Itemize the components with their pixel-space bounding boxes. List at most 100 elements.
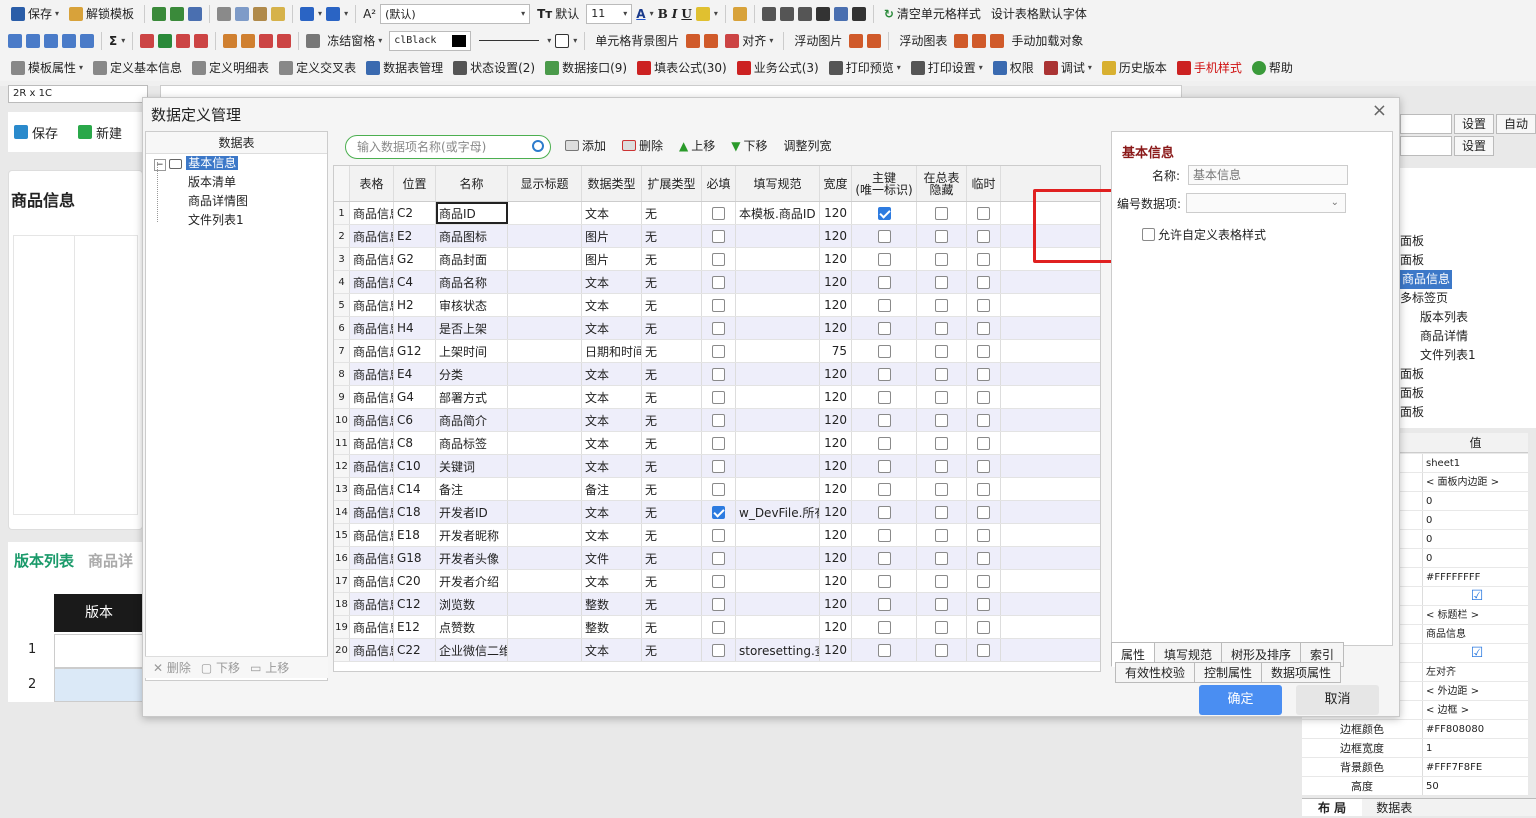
t-cell[interactable]: 商品信息 bbox=[350, 248, 394, 270]
tree-move-down-button[interactable]: ▢ 下移 bbox=[201, 659, 240, 676]
w-cell[interactable]: 120 bbox=[820, 409, 852, 431]
pk-checkbox-cell[interactable] bbox=[852, 225, 917, 247]
type-cell[interactable]: 整数 bbox=[582, 593, 642, 615]
type-cell[interactable]: 文本 bbox=[582, 432, 642, 454]
unlock-template-button[interactable]: 解锁模板 bbox=[66, 3, 137, 25]
align-button[interactable]: 对齐 ▾ bbox=[722, 30, 776, 52]
menu-debug[interactable]: 调试 ▾ bbox=[1041, 57, 1095, 79]
menu-print-setting[interactable]: 打印设置 ▾ bbox=[908, 57, 986, 79]
spec-cell[interactable] bbox=[736, 455, 820, 477]
pane-save-button[interactable]: 保存 bbox=[14, 123, 58, 142]
chart-icon[interactable] bbox=[954, 33, 969, 48]
tree-item[interactable]: 文件列表1 bbox=[1400, 346, 1536, 365]
tmp-checkbox-cell[interactable] bbox=[967, 340, 1001, 362]
hide-checkbox-cell[interactable] bbox=[917, 363, 967, 385]
name-cell[interactable]: 是否上架 bbox=[436, 317, 508, 339]
checkbox[interactable] bbox=[877, 275, 891, 289]
code-field-select[interactable]: ⌄ bbox=[1186, 193, 1347, 213]
checkbox[interactable] bbox=[877, 597, 891, 611]
menu-data-interface[interactable]: 数据接口(9) bbox=[542, 57, 630, 79]
checkbox[interactable] bbox=[712, 528, 725, 542]
tmp-checkbox-cell[interactable] bbox=[967, 570, 1001, 592]
menu-template-props[interactable]: 模板属性 ▾ bbox=[8, 57, 86, 79]
setting-input-2[interactable] bbox=[1400, 136, 1452, 156]
title-cell[interactable] bbox=[508, 593, 582, 615]
w-cell[interactable]: 120 bbox=[820, 478, 852, 500]
w-cell[interactable]: 120 bbox=[820, 639, 852, 661]
tmp-checkbox-cell[interactable] bbox=[967, 248, 1001, 270]
title-cell[interactable] bbox=[508, 225, 582, 247]
hide-checkbox-cell[interactable] bbox=[917, 340, 967, 362]
t-cell[interactable]: 商品信息 bbox=[350, 639, 394, 661]
ext-cell[interactable]: 无 bbox=[642, 524, 702, 546]
color-select[interactable]: clBlack bbox=[389, 30, 472, 51]
p-cell[interactable]: G4 bbox=[394, 386, 436, 408]
checkbox[interactable] bbox=[877, 367, 891, 381]
table-row[interactable]: 2商品信息E2商品图标 图片无 120 bbox=[334, 225, 1100, 248]
type-cell[interactable]: 文本 bbox=[582, 501, 642, 523]
fill-color-icon[interactable] bbox=[695, 6, 710, 21]
name-cell[interactable]: 商品ID bbox=[436, 202, 508, 224]
hide-checkbox-cell[interactable] bbox=[917, 248, 967, 270]
hide-checkbox-cell[interactable] bbox=[917, 271, 967, 293]
spec-cell[interactable] bbox=[736, 547, 820, 569]
table-row[interactable]: 18商品信息C12浏览数 整数无 120 bbox=[334, 593, 1100, 616]
distribute3-icon[interactable] bbox=[851, 6, 866, 21]
checkbox[interactable] bbox=[712, 643, 725, 657]
name-cell[interactable]: 商品标签 bbox=[436, 432, 508, 454]
tmp-checkbox-cell[interactable] bbox=[967, 202, 1001, 224]
tmp-checkbox-cell[interactable] bbox=[967, 271, 1001, 293]
title-cell[interactable] bbox=[508, 547, 582, 569]
name-cell[interactable]: 备注 bbox=[436, 478, 508, 500]
w-cell[interactable]: 120 bbox=[820, 317, 852, 339]
t-cell[interactable]: 商品信息 bbox=[350, 409, 394, 431]
checkbox[interactable] bbox=[712, 206, 725, 220]
tmp-checkbox-cell[interactable] bbox=[967, 501, 1001, 523]
pk-checkbox-cell[interactable] bbox=[852, 432, 917, 454]
column-header[interactable]: 必填 bbox=[702, 166, 736, 201]
pane-new-button[interactable]: 新建 bbox=[78, 123, 122, 142]
checkbox[interactable] bbox=[712, 551, 725, 565]
tmp-checkbox-cell[interactable] bbox=[967, 616, 1001, 638]
checkbox[interactable] bbox=[877, 298, 891, 312]
checkbox[interactable] bbox=[935, 643, 948, 657]
property-value[interactable]: < 面板内边距 > bbox=[1423, 473, 1528, 491]
spec-cell[interactable] bbox=[736, 271, 820, 293]
property-value[interactable]: 0 bbox=[1423, 530, 1528, 548]
set-button-1[interactable]: 设置 bbox=[1454, 114, 1494, 134]
default-font-setting-button[interactable]: 设计表格默认字体 bbox=[988, 3, 1090, 25]
p-cell[interactable]: E4 bbox=[394, 363, 436, 385]
column-header[interactable]: 填写规范 bbox=[736, 166, 820, 201]
checkbox[interactable] bbox=[877, 436, 891, 450]
tree-item[interactable]: 面板 bbox=[1400, 251, 1536, 270]
name-cell[interactable]: 关键词 bbox=[436, 455, 508, 477]
menu-biz-formula[interactable]: 业务公式(3) bbox=[734, 57, 822, 79]
title-cell[interactable] bbox=[508, 616, 582, 638]
t-cell[interactable]: 商品信息 bbox=[350, 570, 394, 592]
spec-cell[interactable] bbox=[736, 225, 820, 247]
ext-cell[interactable]: 无 bbox=[642, 593, 702, 615]
checkbox[interactable] bbox=[877, 528, 891, 542]
checkbox[interactable] bbox=[712, 482, 725, 496]
merge-icon[interactable] bbox=[223, 33, 238, 48]
property-value[interactable]: < 标题栏 > bbox=[1423, 606, 1528, 624]
checkbox[interactable] bbox=[977, 321, 990, 335]
checkbox[interactable] bbox=[877, 344, 891, 358]
tab-layout[interactable]: 布 局 bbox=[1302, 799, 1363, 816]
title-cell[interactable] bbox=[508, 639, 582, 661]
property-value[interactable]: 1 bbox=[1423, 739, 1528, 757]
tree-delete-button[interactable]: ✕ 删除 bbox=[153, 659, 191, 676]
checkbox[interactable] bbox=[935, 390, 948, 404]
checkbox[interactable] bbox=[877, 482, 891, 496]
req-checkbox-cell[interactable] bbox=[702, 524, 736, 546]
t-cell[interactable]: 商品信息 bbox=[350, 271, 394, 293]
table-row[interactable]: 4商品信息C4商品名称 文本无 120 bbox=[334, 271, 1100, 294]
checkbox[interactable] bbox=[977, 574, 990, 588]
p-cell[interactable]: C10 bbox=[394, 455, 436, 477]
req-checkbox-cell[interactable] bbox=[702, 363, 736, 385]
table-row[interactable]: 8商品信息E4分类 文本无 120 bbox=[334, 363, 1100, 386]
setting-input-1[interactable] bbox=[1400, 114, 1452, 134]
p-cell[interactable]: C8 bbox=[394, 432, 436, 454]
spec-cell[interactable] bbox=[736, 363, 820, 385]
tmp-checkbox-cell[interactable] bbox=[967, 294, 1001, 316]
